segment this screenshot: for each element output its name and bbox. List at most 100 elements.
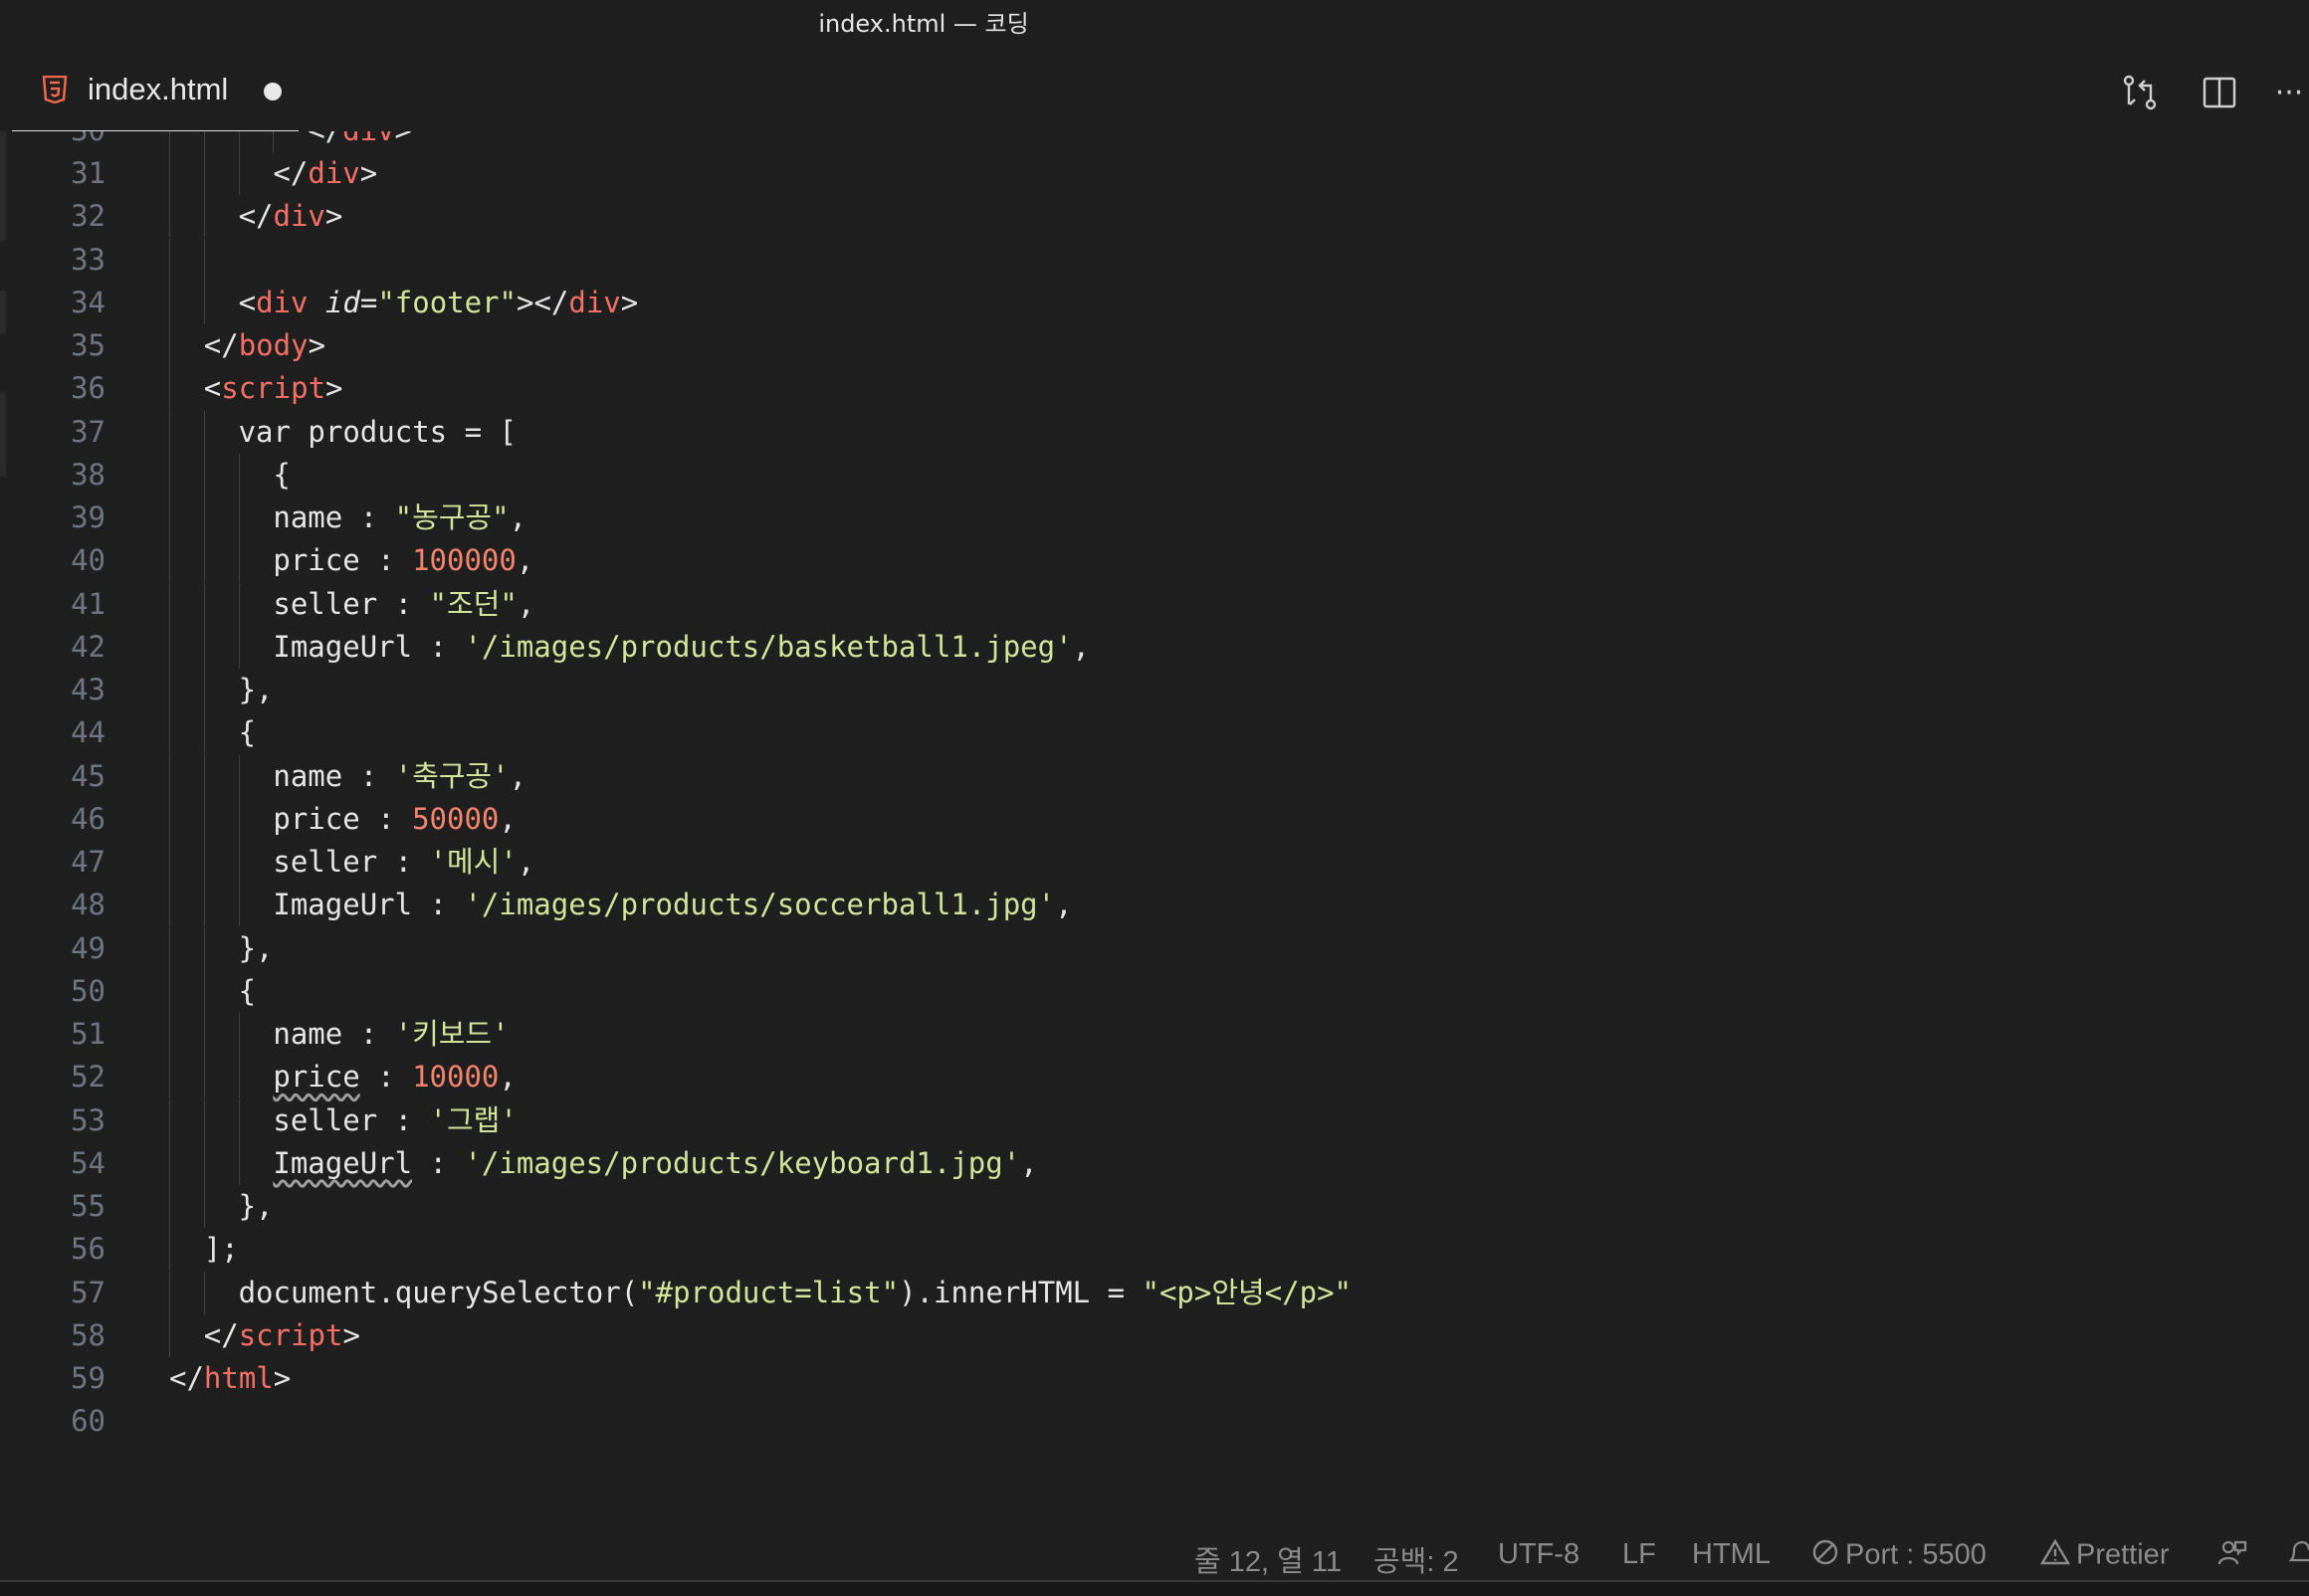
code-token: { — [273, 457, 291, 492]
notifications-bell-icon[interactable] — [2288, 1538, 2309, 1576]
code-line[interactable]: 33 — [0, 238, 2309, 282]
code-token: , — [499, 801, 517, 836]
split-editor-icon[interactable] — [2200, 73, 2239, 112]
indent-guide — [203, 281, 205, 324]
port-label: Port : 5500 — [1845, 1538, 1987, 1571]
indent-guide — [203, 410, 205, 454]
code-line[interactable]: 56]; — [0, 1228, 2309, 1272]
code-line[interactable]: 37 var products = [ — [0, 410, 2309, 454]
encoding-status[interactable]: UTF-8 — [1498, 1538, 1579, 1571]
code-text: { — [239, 711, 256, 754]
code-line[interactable]: 38 { — [0, 453, 2309, 497]
code-text: document.querySelector("#product=list").… — [239, 1272, 1352, 1314]
code-token: 50000 — [412, 801, 500, 836]
indent-guide — [238, 1141, 240, 1185]
more-actions-glyph: ··· — [2274, 75, 2304, 110]
code-line[interactable]: 51 name : '키보드' — [0, 1013, 2309, 1057]
indent-guide — [203, 754, 205, 798]
code-line[interactable]: 52 price : 10000, — [0, 1056, 2309, 1099]
code-line[interactable]: 40 price : 100000, — [0, 539, 2309, 583]
indent-guide — [203, 195, 205, 239]
code-line[interactable]: 44 { — [0, 711, 2309, 755]
code-line[interactable]: 58 </script> — [0, 1313, 2309, 1357]
code-line[interactable]: 39 name : "농구공", — [0, 497, 2309, 540]
code-token: name : — [273, 1017, 395, 1052]
indent-guide — [169, 1228, 170, 1272]
indent-guide — [169, 131, 170, 152]
code-text: var products = [ — [239, 411, 517, 454]
code-token: document.querySelector( — [238, 1275, 639, 1309]
more-actions-icon[interactable]: ··· — [2269, 73, 2309, 112]
indent-guide — [203, 884, 205, 927]
code-token: </ — [203, 328, 239, 363]
code-line[interactable]: 50 { — [0, 969, 2309, 1013]
indent-guide — [169, 884, 170, 927]
code-line[interactable]: 30 </div> — [0, 131, 2309, 152]
code-token: , — [1072, 629, 1091, 664]
code-line[interactable]: 41 seller : "조던", — [0, 582, 2309, 626]
code-line[interactable]: 42 ImageUrl : '/images/products/basketbal… — [0, 625, 2309, 669]
code-line[interactable]: 60 — [0, 1400, 2309, 1443]
code-line[interactable]: 59 </html> — [0, 1357, 2309, 1400]
indent-guide — [169, 497, 170, 540]
code-line[interactable]: 47 seller : '메시', — [0, 841, 2309, 885]
code-line[interactable]: 36 <script> — [0, 367, 2309, 411]
warning-icon — [2039, 1538, 2071, 1574]
code-line[interactable]: 43}, — [0, 669, 2309, 712]
unsaved-changes-dot[interactable] — [264, 83, 282, 100]
tab-label: index.html — [88, 72, 229, 106]
line-number: 44 — [71, 715, 105, 750]
indentation-status[interactable]: 공백: 2 — [1373, 1538, 1459, 1580]
line-number: 53 — [71, 1102, 105, 1137]
code-editor[interactable]: 30</div>31</div>32</div>3334<div id="foo… — [0, 131, 2309, 1524]
live-server-status[interactable]: Port : 5500 — [1811, 1538, 1987, 1574]
code-text: name : '키보드' — [273, 1013, 509, 1056]
tab-index-html[interactable]: index.html — [12, 42, 299, 133]
eol-status[interactable]: LF — [1622, 1538, 1656, 1571]
line-number: 55 — [71, 1189, 105, 1224]
code-line[interactable]: 46 price : 50000, — [0, 797, 2309, 841]
indent-guide — [203, 497, 205, 540]
indent-guide — [238, 497, 240, 540]
prettier-status[interactable]: Prettier — [2039, 1538, 2169, 1574]
feedback-icon[interactable] — [2217, 1538, 2247, 1576]
source-control-compare-icon[interactable] — [2120, 73, 2160, 112]
cursor-position[interactable]: 줄 12, 열 11 — [1194, 1538, 1342, 1580]
indent-guide — [203, 625, 205, 669]
indent-guide — [169, 539, 170, 583]
indent-guide — [203, 969, 205, 1013]
indent-guide — [203, 1185, 205, 1229]
code-token: '/images/products/keyboard1.jpg' — [464, 1145, 1021, 1180]
code-token: html — [203, 1361, 274, 1396]
code-token: ).innerHTML = — [899, 1275, 1143, 1309]
code-line[interactable]: 53 seller : '그랩' — [0, 1098, 2309, 1142]
code-token: div — [256, 285, 309, 319]
indent-guide — [203, 1056, 205, 1099]
code-text: price : 50000, — [273, 798, 516, 841]
code-line[interactable]: 31 </div> — [0, 152, 2309, 196]
code-line[interactable]: 34 <div id="footer"></div> — [0, 281, 2309, 324]
code-line[interactable]: 54 ImageUrl : '/images/products/keyboard1… — [0, 1141, 2309, 1185]
code-line[interactable]: 57 document.querySelector("#product=list"… — [0, 1271, 2309, 1314]
line-number: 32 — [71, 199, 105, 234]
code-line[interactable]: 49}, — [0, 926, 2309, 970]
code-line[interactable]: 35 </body> — [0, 324, 2309, 368]
indent-guide — [169, 238, 170, 282]
indent-guide — [203, 841, 205, 885]
code-line[interactable]: 55}, — [0, 1185, 2309, 1229]
indent-guide — [169, 453, 170, 497]
code-token: div — [273, 199, 325, 234]
code-line[interactable]: 32 </div> — [0, 195, 2309, 239]
code-token: ]; — [203, 1232, 239, 1267]
code-token: { — [238, 973, 257, 1008]
code-token: , — [1055, 888, 1073, 922]
code-token: div — [342, 131, 394, 147]
line-number: 37 — [71, 414, 105, 449]
code-token: name : — [273, 500, 395, 535]
code-line[interactable]: 48 ImageUrl : '/images/products/soccerbal… — [0, 884, 2309, 927]
code-token: , — [517, 586, 535, 621]
code-token: '축구공' — [394, 758, 510, 793]
code-line[interactable]: 45 name : '축구공', — [0, 754, 2309, 798]
language-mode-status[interactable]: HTML — [1692, 1538, 1771, 1571]
indent-guide — [169, 841, 170, 885]
